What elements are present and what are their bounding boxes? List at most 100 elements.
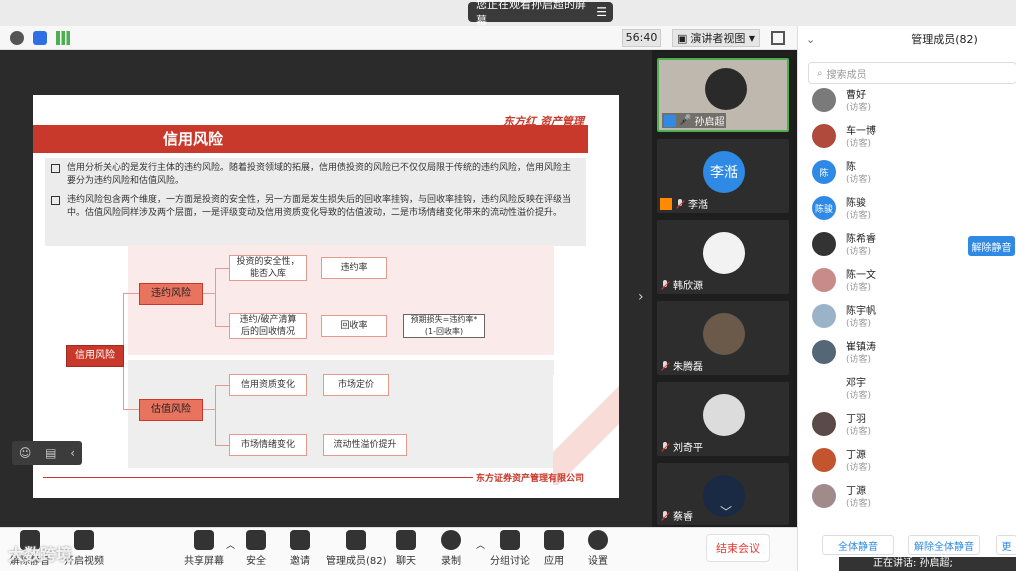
member-search-input[interactable]: ⌕ 搜索成员 (808, 62, 1016, 84)
chat-bubble-icon[interactable]: ▤ (45, 446, 56, 460)
chevron-down-icon[interactable]: ⌄ (806, 33, 815, 46)
view-mode-label: 演讲者视图 (690, 32, 746, 45)
avatar (812, 340, 836, 364)
video-tile[interactable]: 🎤 孙启超 (657, 58, 789, 132)
avatar: 李湉 (703, 151, 745, 193)
list-item[interactable]: 邓宇 (访客) (812, 372, 1012, 406)
security-button[interactable]: 安全 (246, 530, 266, 567)
mic-muted-icon (660, 510, 670, 521)
video-tile[interactable]: 刘奇平 (657, 382, 789, 456)
signal-icon[interactable] (56, 31, 70, 45)
avatar (703, 394, 745, 436)
meeting-timer: 56:40 (622, 29, 661, 47)
list-item[interactable]: 丁源 (访客) (812, 480, 1012, 514)
avatar (812, 232, 836, 256)
emoji-icon[interactable]: ☺ (19, 446, 32, 460)
fullscreen-icon[interactable] (771, 31, 785, 45)
search-placeholder: 搜索成员 (826, 69, 867, 81)
avatar (812, 268, 836, 292)
breakout-button[interactable]: 分组讨论 (490, 530, 530, 567)
avatar: 陈 (812, 160, 836, 184)
more-button[interactable]: 更 (996, 535, 1016, 555)
avatar (703, 232, 745, 274)
presenter-view-icon: ▣ (677, 31, 688, 45)
invite-button[interactable]: 邀请 (290, 530, 310, 567)
panel-header: ⌄ 管理成员(82) (798, 26, 1016, 52)
shared-screen-stage: 东方红 资产管理 信用风险 信用分析关心的是发行主体的违约风险。随着投资领域的拓… (0, 50, 652, 527)
list-item[interactable]: 陈一文 (访客) (812, 264, 1012, 298)
list-item[interactable]: 崔镇涛 (访客) (812, 336, 1012, 370)
screen-share-banner[interactable]: 您正在观看孙启超的屏幕 ☰ (468, 0, 613, 27)
node-investment-safety: 投资的安全性，能否入库 (229, 255, 307, 281)
mute-all-button[interactable]: 全体静音 (822, 535, 894, 555)
list-item[interactable]: 车一博 (访客) (812, 120, 1012, 154)
share-screen-button[interactable]: 共享屏幕 (184, 530, 224, 567)
mic-icon: 🎤 (679, 115, 692, 126)
connector (215, 326, 229, 327)
record-icon (441, 530, 461, 550)
avatar (703, 313, 745, 355)
video-tile[interactable]: 韩欣源 (657, 220, 789, 294)
apps-icon (544, 530, 564, 550)
connector (215, 385, 229, 386)
slide-paragraph-2: 违约风险包含两个维度，一方面是投资的安全性，另一方面是发生损失后的回收率挂钩，与… (51, 194, 578, 220)
annotation-controls: ☺ ▤ ‹ (12, 441, 82, 465)
chevron-down-icon[interactable]: ﹀ (720, 503, 732, 520)
mic-muted-icon (660, 441, 670, 452)
node-market-sentiment: 市场情绪变化 (229, 434, 307, 456)
connector (215, 268, 229, 269)
node-recovery-rate: 回收率 (321, 315, 387, 337)
speaking-indicator: 正在讲话: 孙启超; (839, 557, 1016, 571)
panel-footer: 全体静音 解除全体静音 更 (798, 531, 1016, 557)
chevron-right-icon[interactable]: › (638, 289, 644, 305)
participant-photo (705, 68, 747, 110)
list-item[interactable]: 陈骏 陈骏 (访客) (812, 192, 1012, 226)
list-item[interactable]: 曹好 (访客) (812, 86, 1012, 118)
slide-decoration (553, 375, 619, 485)
node-valuation-risk: 估值风险 (139, 399, 203, 421)
video-strip[interactable]: ︿ 🎤 孙启超 李湉 李湉 韩欣源 朱腾磊 刘奇平 (652, 50, 797, 527)
list-item[interactable]: 陈陈 (访客) (812, 156, 1012, 190)
tile-name: 🎤 孙启超 (662, 113, 727, 128)
video-tile[interactable]: 李湉 李湉 (657, 139, 789, 213)
unmute-all-button[interactable]: 解除全体静音 (908, 535, 980, 555)
video-tile[interactable]: 朱腾磊 (657, 301, 789, 375)
connector (203, 293, 215, 294)
search-icon: ⌕ (817, 67, 823, 79)
avatar (812, 484, 836, 508)
tile-name: 刘奇平 (660, 439, 703, 454)
end-meeting-button[interactable]: 结束会议 (706, 534, 770, 562)
meeting-toolbar: 解除静音 开启视频 共享屏幕 ︿ 安全 邀请 管理成员(82) 聊天 录制 ︿ … (0, 527, 797, 571)
view-mode-select[interactable]: ▣ 演讲者视图 ▼ (672, 29, 760, 47)
list-item[interactable]: 丁羽 (访客) (812, 408, 1012, 442)
user-icon (660, 197, 672, 210)
connector (215, 268, 216, 326)
list-item[interactable]: 陈宇帆 (访客) (812, 300, 1012, 334)
unmute-member-button[interactable]: 解除静音 (968, 236, 1015, 256)
shield-icon[interactable] (33, 31, 47, 45)
node-market-pricing: 市场定价 (323, 374, 389, 396)
chat-button[interactable]: 聊天 (396, 530, 416, 567)
member-list[interactable]: 曹好 (访客) 车一博 (访客) 陈陈 (访客) 陈骏 陈骏 (访客) 陈希睿 (访客) 陈… (798, 86, 1016, 526)
chevron-up-icon[interactable]: ︿ (476, 538, 485, 551)
share-screen-icon (194, 530, 214, 550)
members-icon (346, 530, 367, 550)
avatar: 陈骏 (812, 196, 836, 220)
chevron-left-icon[interactable]: ‹ (70, 446, 75, 460)
tile-name: 朱腾磊 (660, 358, 703, 373)
chevron-up-icon[interactable]: ︿ (226, 538, 235, 551)
avatar (812, 448, 836, 472)
list-item[interactable]: 丁源 (访客) (812, 444, 1012, 478)
user-icon (664, 114, 676, 127)
gear-icon (588, 530, 608, 550)
avatar (812, 124, 836, 148)
apps-button[interactable]: 应用 (544, 530, 564, 567)
info-icon[interactable] (10, 31, 24, 45)
slide-title: 信用风险 (33, 125, 588, 153)
list-icon[interactable]: ☰ (596, 5, 607, 19)
record-button[interactable]: 录制 (441, 530, 461, 567)
view-toolbar: 56:40 ▣ 演讲者视图 ▼ (0, 26, 797, 50)
manage-members-button[interactable]: 管理成员(82) (326, 530, 387, 567)
banner-text: 您正在观看孙启超的屏幕 (476, 0, 586, 27)
settings-button[interactable]: 设置 (588, 530, 608, 567)
